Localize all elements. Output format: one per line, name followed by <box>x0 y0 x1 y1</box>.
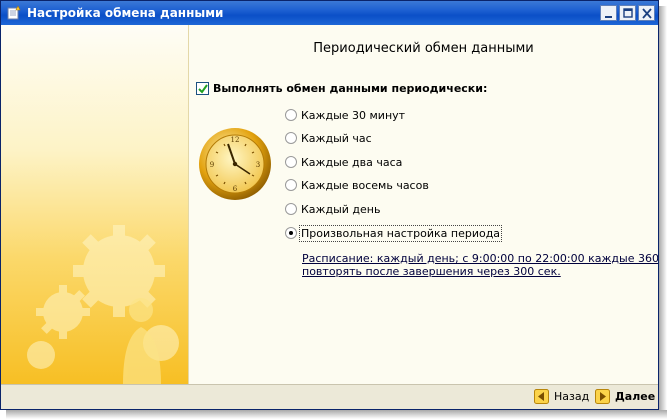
radio-circle-selected[interactable] <box>285 227 297 239</box>
option-label: Каждый день <box>301 203 381 216</box>
decorative-side-panel <box>1 25 188 384</box>
option-label: Каждые два часа <box>301 156 403 169</box>
svg-text:12: 12 <box>231 136 240 144</box>
option-label: Каждый час <box>301 132 372 145</box>
svg-text:3: 3 <box>256 161 260 169</box>
svg-text:6: 6 <box>233 185 238 193</box>
schedule-line[interactable]: повторять после завершения через 300 сек… <box>302 265 658 278</box>
checkmark-icon <box>198 84 208 94</box>
next-label: Далее <box>615 390 656 403</box>
arrow-left-icon <box>534 389 549 404</box>
close-icon <box>642 8 652 19</box>
minimize-button[interactable] <box>600 5 617 21</box>
dialog-window: Настройка обмена данными Периодический о… <box>0 0 659 410</box>
back-button[interactable]: Назад <box>534 387 590 407</box>
schedule-line[interactable]: Расписание: каждый день; с 9:00:00 по 22… <box>302 252 658 265</box>
window-title: Настройка обмена данными <box>27 6 224 20</box>
gears-illustration <box>27 225 179 384</box>
option-label: Произвольная настройка периода <box>298 225 503 242</box>
close-button[interactable] <box>638 5 655 21</box>
maximize-icon <box>623 8 633 18</box>
svg-text:9: 9 <box>210 161 214 169</box>
periodic-exchange-label: Выполнять обмен данными периодически: <box>213 82 488 95</box>
next-button[interactable]: Далее <box>595 387 657 407</box>
radio-circle[interactable] <box>285 203 297 215</box>
wizard-page: Периодический обмен данными Выполнять об… <box>1 25 658 384</box>
option-label: Каждые 30 минут <box>301 109 406 122</box>
window-shadow-bottom <box>6 410 667 419</box>
back-label: Назад <box>554 390 590 403</box>
title-bar[interactable]: Настройка обмена данными <box>1 1 658 25</box>
checkbox-box[interactable] <box>196 82 209 95</box>
panel-separator <box>188 25 189 384</box>
page-heading: Периодический обмен данными <box>313 41 534 56</box>
schedule-link[interactable]: Расписание: каждый день; с 9:00:00 по 22… <box>302 252 658 278</box>
window-shadow-right <box>659 6 667 416</box>
option-label: Каждые восемь часов <box>301 179 429 192</box>
radio-circle[interactable] <box>285 132 297 144</box>
app-icon <box>7 5 23 21</box>
radio-circle[interactable] <box>285 179 297 191</box>
wizard-footer: Назад Далее <box>1 384 658 409</box>
maximize-button[interactable] <box>619 5 636 21</box>
radio-circle[interactable] <box>285 156 297 168</box>
minimize-icon <box>605 16 612 18</box>
arrow-right-icon <box>595 389 610 404</box>
radio-circle[interactable] <box>285 109 297 121</box>
clock-icon: 12 3 6 9 <box>199 128 271 200</box>
